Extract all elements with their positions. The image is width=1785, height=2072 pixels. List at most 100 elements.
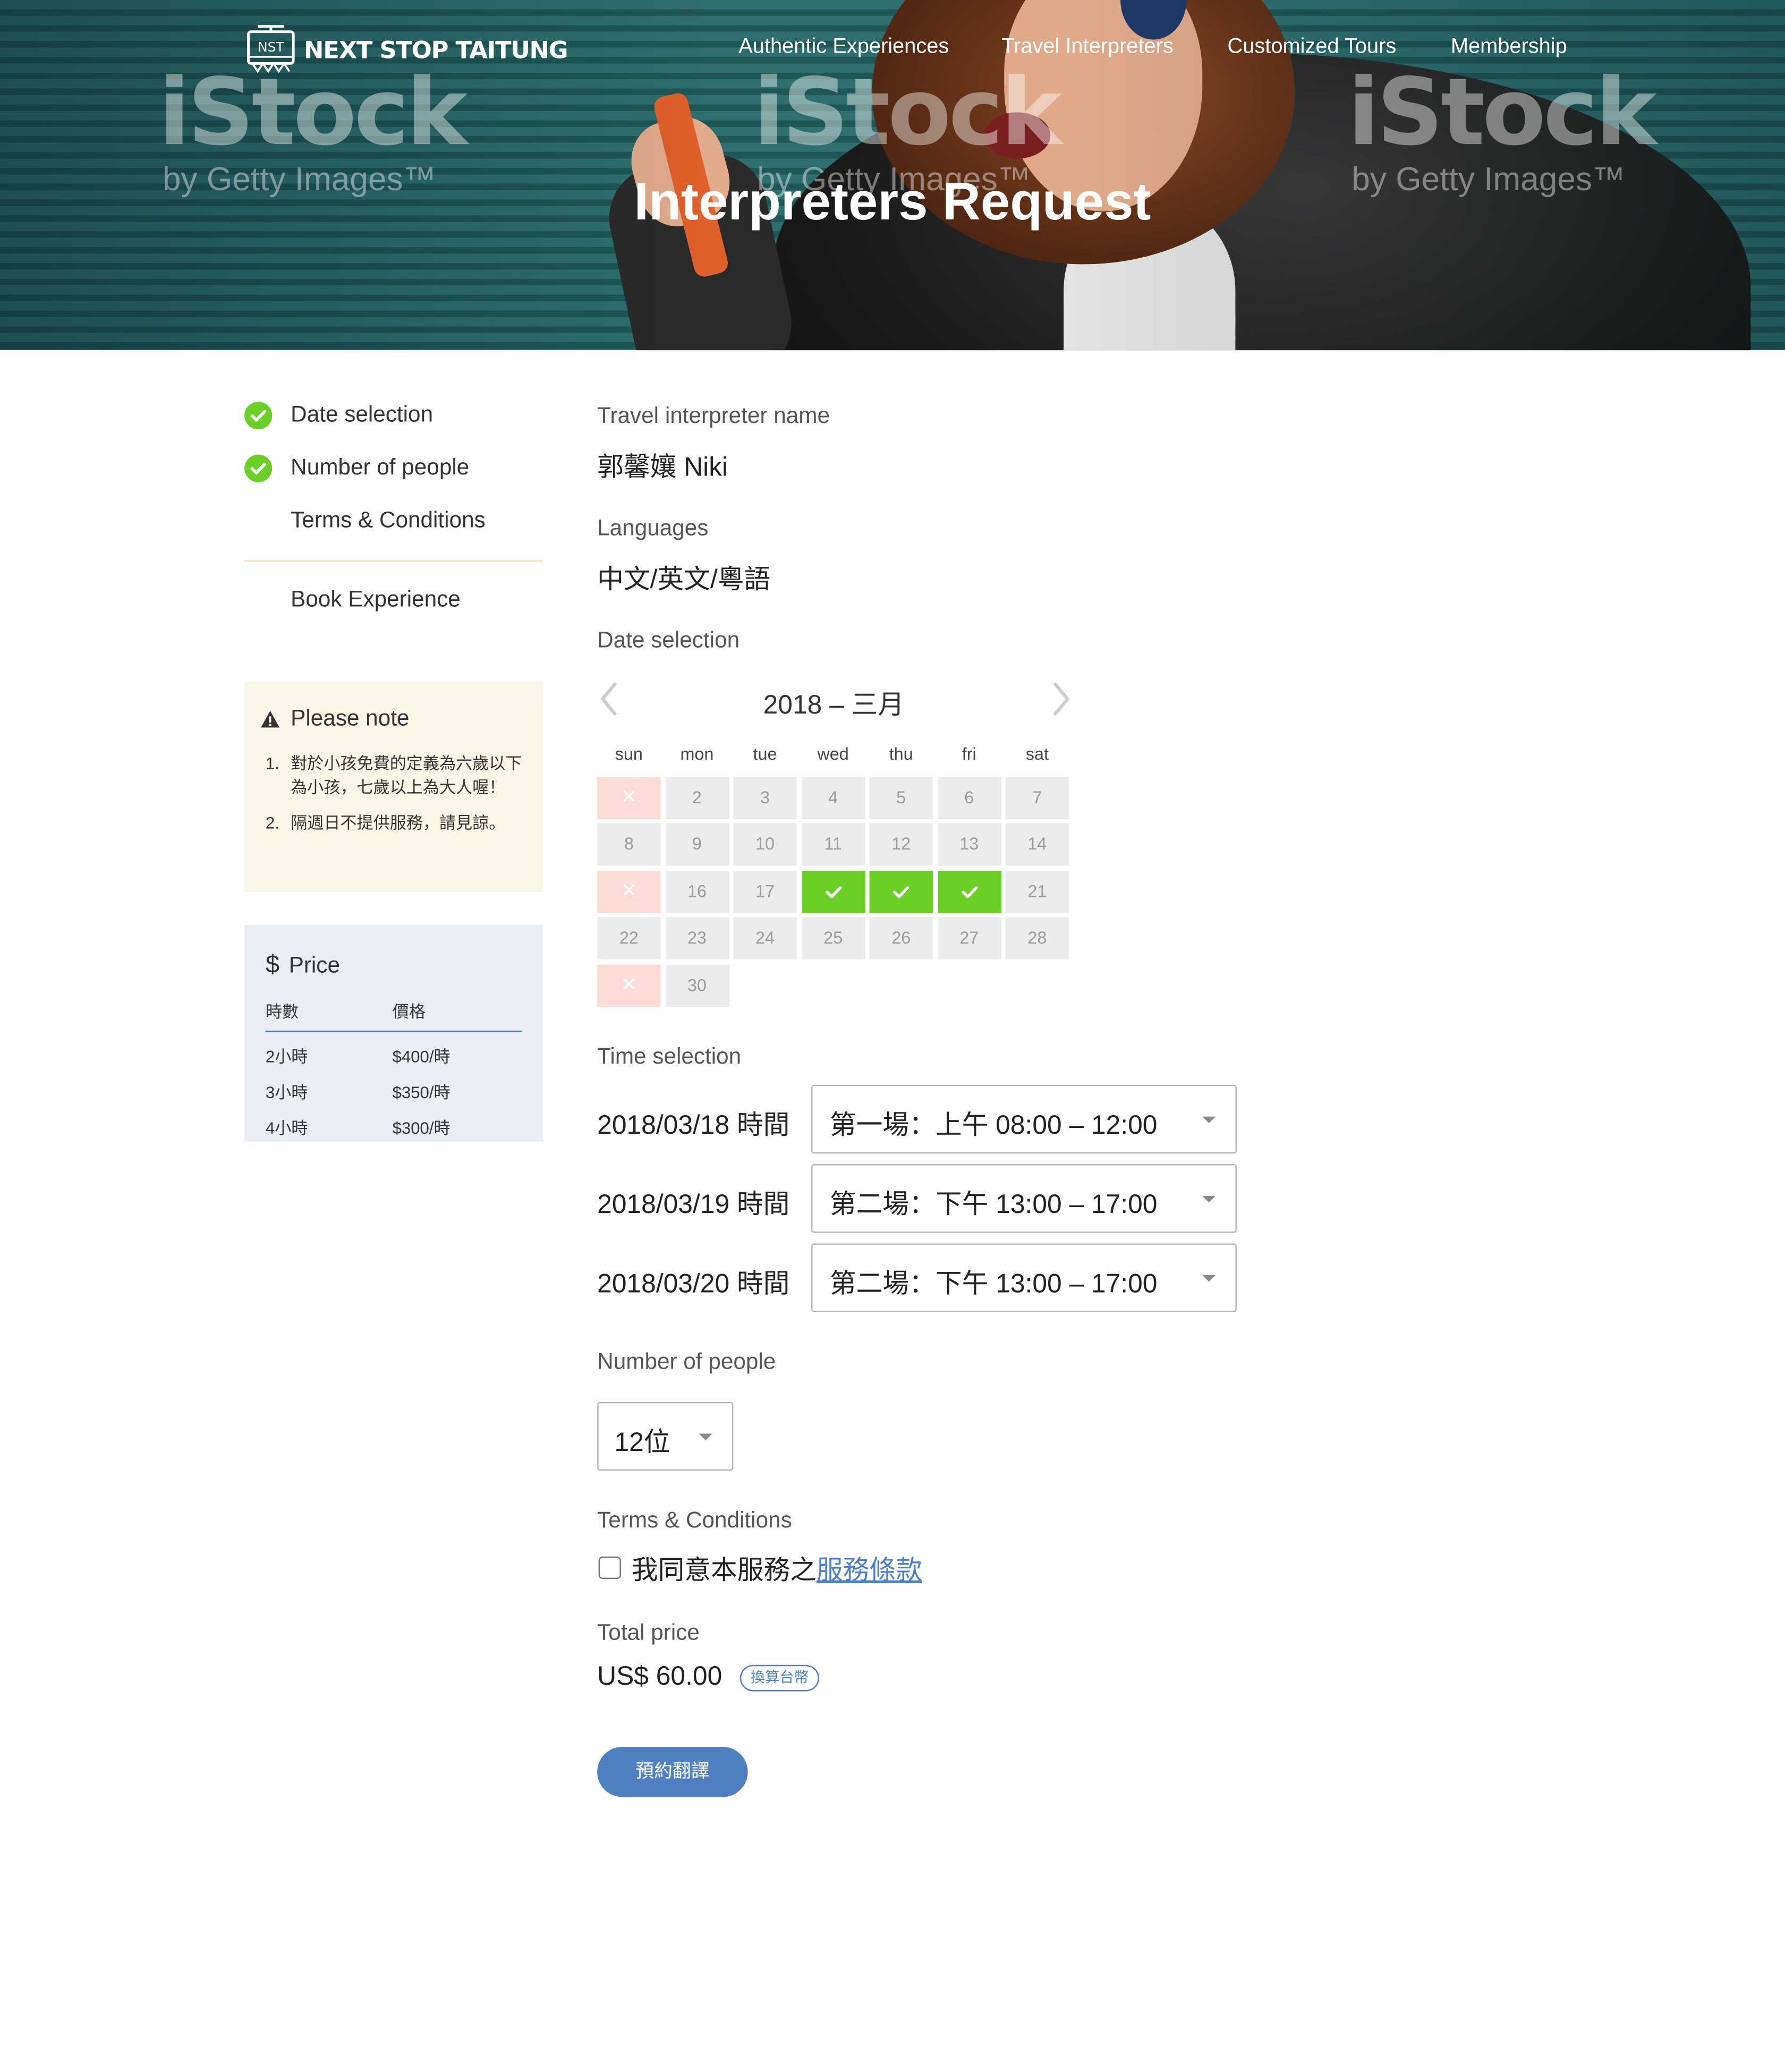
time-selection-label: Time selection [597, 1043, 742, 1069]
calendar-day-16[interactable]: 16 [665, 870, 729, 913]
calendar-day-30[interactable]: 30 [665, 964, 729, 1007]
time-row-date: 2018/03/19 時間 [597, 1190, 790, 1220]
price-hours: 4小時 [265, 1119, 308, 1138]
weekday-mon: mon [680, 744, 714, 764]
calendar-day-5[interactable]: 5 [869, 777, 933, 820]
calendar-day-11[interactable]: 11 [801, 823, 865, 867]
step-label: Terms & Conditions [291, 507, 486, 533]
site-logo[interactable]: NST NEXT STOP TAITUNG [244, 24, 568, 77]
close-icon: ✕ [620, 786, 638, 809]
calendar-day-22[interactable]: 22 [597, 917, 661, 960]
calendar-day-23[interactable]: 23 [665, 917, 729, 960]
interpreter-name: 郭馨孃 Niki [597, 453, 728, 482]
page-content: iStock by Getty Images™ iStock by Getty … [0, 0, 1785, 2072]
page: iStock by Getty Images™ iStock by Getty … [0, 0, 1785, 2072]
watermark-istock: iStock [753, 58, 1062, 167]
calendar-day-9[interactable]: 9 [665, 823, 729, 867]
time-select-value: 第二場：下午 13:00 – 17:00 [829, 1270, 1158, 1299]
time-select[interactable]: 第二場：下午 13:00 – 17:00 [811, 1243, 1237, 1312]
calendar-day-28[interactable]: 28 [1005, 917, 1069, 960]
calendar-day-17[interactable]: 17 [733, 870, 797, 913]
check-circle-icon [244, 454, 273, 482]
book-interpreter-button[interactable]: 預約翻譯 [597, 1746, 748, 1797]
weekday-sun: sun [615, 744, 643, 764]
note-item-text: 對於小孩免費的定義為六歲以下為小孩，七歲以上為大人喔！ [291, 754, 522, 797]
step-terms-conditions[interactable]: Terms & Conditions [244, 502, 543, 555]
price-box: $ Price 時數 價格 2小時 $400/時 3小時 $350/時 4小時 … [244, 924, 543, 1142]
check-icon [893, 886, 910, 899]
price-rate: $300/時 [392, 1119, 450, 1138]
page-title: Interpreters Request [634, 173, 1151, 232]
logo-badge-text: NST [258, 39, 284, 55]
convert-currency-button[interactable]: 換算台幣 [740, 1665, 820, 1692]
terms-link[interactable]: 服務條款 [817, 1549, 922, 1587]
calendar-day-4[interactable]: 4 [801, 777, 865, 820]
calendar-day-25[interactable]: 25 [801, 917, 865, 960]
calendar-month-title: 2018 – 三月 [763, 691, 905, 720]
step-date-selection[interactable]: Date selection [244, 396, 543, 449]
people-select[interactable]: 12位 [597, 1402, 734, 1471]
price-col-hours: 時數 [265, 997, 393, 1032]
time-select[interactable]: 第一場：上午 08:00 – 12:00 [811, 1084, 1237, 1154]
weekday-wed: wed [817, 744, 849, 764]
calendar-day-21[interactable]: 21 [1005, 870, 1069, 913]
calendar-weekday-row: sun mon tue wed thu fri sat [597, 744, 1070, 765]
chevron-down-icon [699, 1433, 712, 1440]
terms-checkbox[interactable] [598, 1556, 621, 1580]
terms-text: 我同意本服務之 [631, 1556, 817, 1586]
time-select[interactable]: 第二場：下午 13:00 – 17:00 [811, 1164, 1237, 1233]
calendar-day-29: ✕ [597, 964, 661, 1007]
calendar-day-18[interactable] [801, 870, 865, 913]
nav-membership[interactable]: Membership [1451, 36, 1567, 60]
total-price-label: Total price [597, 1620, 700, 1645]
languages-value: 中文/英文/粵語 [597, 565, 771, 595]
chevron-down-icon [1202, 1275, 1216, 1282]
calendar-day-7[interactable]: 7 [1005, 777, 1069, 820]
price-col-price: 價格 [392, 997, 522, 1032]
price-rate: $400/時 [392, 1048, 450, 1067]
watermark-istock: iStock [1347, 58, 1657, 167]
close-icon: ✕ [620, 973, 638, 996]
warning-icon [261, 710, 280, 727]
calendar-day-6[interactable]: 6 [937, 777, 1001, 820]
calendar-day-19[interactable] [869, 870, 933, 913]
note-item-text: 隔週日不提供服務，請見諒。 [291, 814, 506, 833]
time-select-value: 第一場：上午 08:00 – 12:00 [829, 1111, 1158, 1141]
watermark-istock: iStock [158, 58, 468, 167]
calendar-day-15: ✕ [597, 870, 661, 913]
step-book-experience[interactable]: Book Experience [291, 587, 461, 613]
weekday-fri: fri [962, 744, 976, 764]
calendar-day-26[interactable]: 26 [869, 917, 933, 960]
chevron-right-icon[interactable] [1047, 679, 1073, 719]
check-icon [824, 886, 842, 899]
calendar-day-10[interactable]: 10 [733, 823, 797, 867]
step-number-of-people[interactable]: Number of people [244, 449, 543, 502]
table-row: 3小時 $350/時 [266, 1068, 522, 1103]
price-header: $ Price [266, 952, 522, 981]
calendar-day-27[interactable]: 27 [937, 917, 1001, 960]
time-row-date: 2018/03/20 時間 [597, 1270, 790, 1299]
steps-divider [244, 560, 543, 562]
calendar-day-3[interactable]: 3 [733, 777, 797, 820]
calendar-day-8[interactable]: 8 [597, 823, 661, 867]
price-rate: $350/時 [392, 1083, 450, 1102]
time-row-date: 2018/03/18 時間 [597, 1111, 790, 1141]
note-box: Please note 1. 對於小孩免費的定義為六歲以下為小孩，七歲以上為大人喔… [244, 682, 543, 892]
calendar-day-13[interactable]: 13 [937, 823, 1001, 867]
note-item: 1. 對於小孩免費的定義為六歲以下為小孩，七歲以上為大人喔！ [265, 754, 522, 797]
nav-customized-tours[interactable]: Customized Tours [1228, 36, 1397, 60]
calendar-day-14[interactable]: 14 [1005, 823, 1069, 867]
calendar-day-20[interactable] [937, 870, 1001, 913]
note-header: Please note [260, 706, 527, 732]
nav-travel-interpreters[interactable]: Travel Interpreters [1001, 36, 1174, 60]
calendar-day-2[interactable]: 2 [665, 777, 729, 820]
people-label: Number of people [597, 1349, 776, 1374]
date-selection-label: Date selection [597, 627, 740, 653]
nav-authentic-experiences[interactable]: Authentic Experiences [738, 36, 949, 60]
calendar-day-12[interactable]: 12 [869, 823, 933, 867]
price-title: Price [288, 953, 340, 978]
calendar-day-24[interactable]: 24 [733, 917, 797, 960]
languages-label: Languages [597, 515, 709, 541]
step-label: Number of people [291, 454, 470, 480]
price-table: 時數 價格 2小時 $400/時 3小時 $350/時 4小時 $300/時 [265, 997, 522, 1139]
